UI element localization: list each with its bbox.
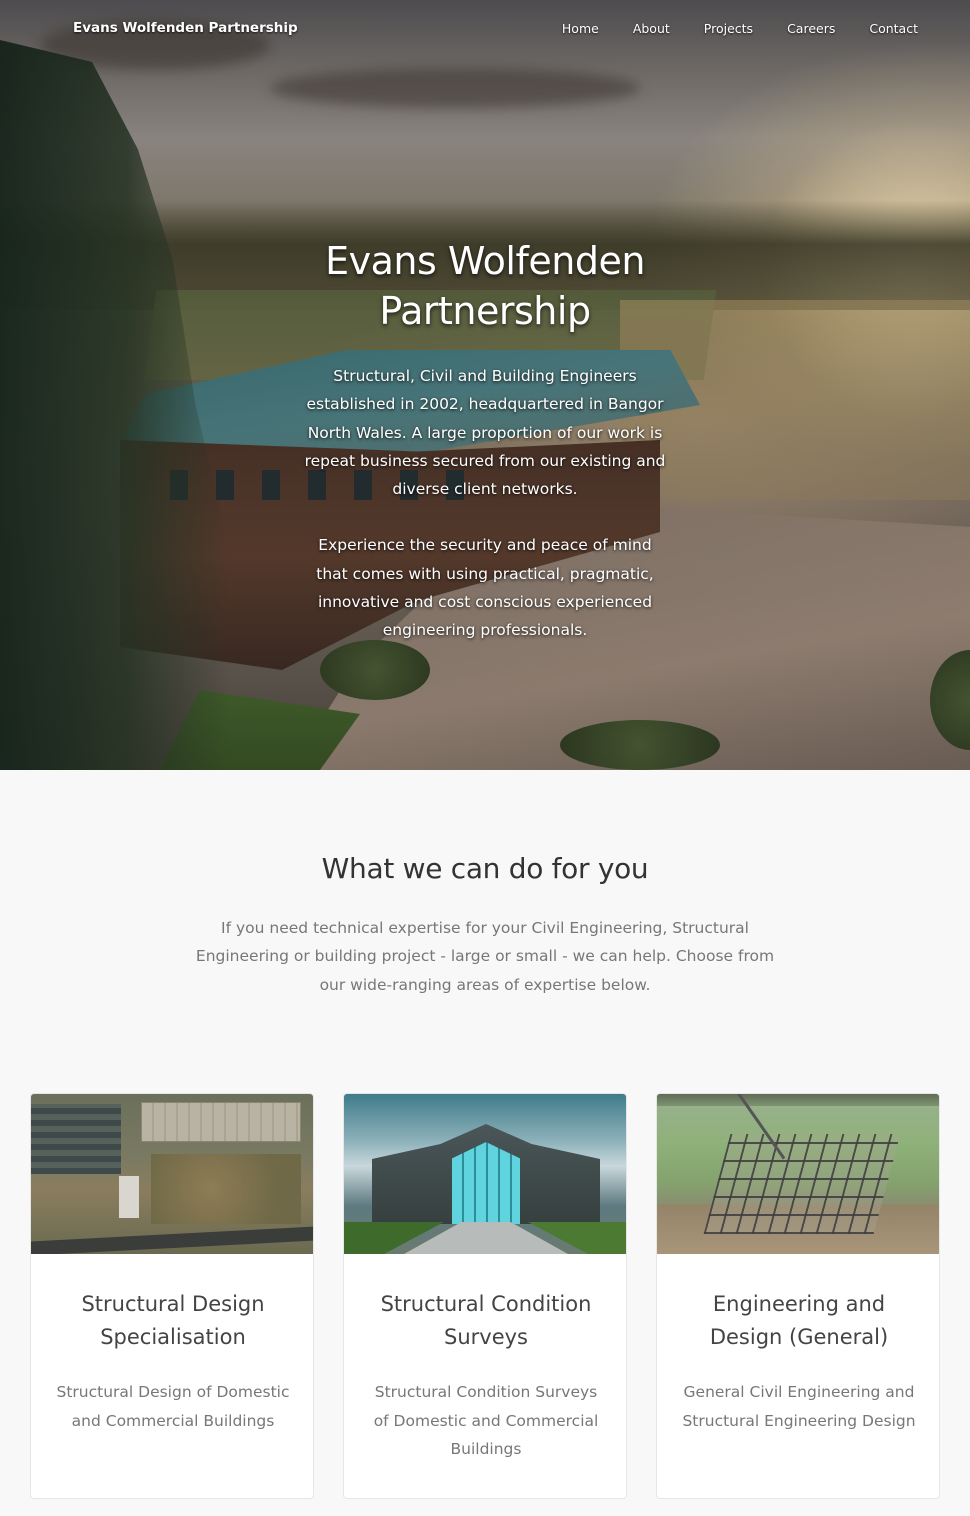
hero-content: Evans Wolfenden Partnership Structural, …	[285, 236, 685, 645]
card-description: General Civil Engineering and Structural…	[682, 1383, 916, 1430]
brand-link[interactable]: Evans Wolfenden Partnership	[73, 20, 298, 36]
card-title: Structural Design Specialisation	[81, 1292, 265, 1349]
card-image-building	[344, 1094, 626, 1254]
img-detail	[452, 1142, 520, 1224]
service-card-structural-design[interactable]: Structural Design Specialisation Structu…	[30, 1093, 314, 1499]
service-card-engineering-design[interactable]: Engineering and Design (General) General…	[656, 1093, 940, 1499]
nav-links: Home About Projects Careers Contact	[528, 21, 918, 36]
img-detail	[141, 1102, 301, 1142]
img-detail	[151, 1154, 301, 1224]
img-detail	[703, 1134, 901, 1234]
hero-paragraph-experience: Experience the security and peace of min…	[316, 536, 654, 640]
nav-link-about[interactable]: About	[633, 21, 670, 36]
nav-link-projects[interactable]: Projects	[704, 21, 753, 36]
nav-link-careers[interactable]: Careers	[787, 21, 835, 36]
card-image-aerial-site	[31, 1094, 313, 1254]
hero-section: Evans Wolfenden Partnership Home About P…	[0, 0, 970, 770]
hero-paragraph-intro: Structural, Civil and Building Engineers…	[304, 367, 666, 499]
nav-link-contact[interactable]: Contact	[869, 21, 918, 36]
img-detail	[31, 1104, 121, 1174]
card-description: Structural Design of Domestic and Commer…	[56, 1383, 290, 1430]
img-detail	[657, 1094, 939, 1106]
card-title: Engineering and Design (General)	[709, 1292, 889, 1349]
card-title: Structural Condition Surveys	[380, 1292, 592, 1349]
services-intro: If you need technical expertise for your…	[195, 919, 775, 994]
card-description: Structural Condition Surveys of Domestic…	[373, 1383, 599, 1458]
card-image-steel-frame	[657, 1094, 939, 1254]
img-detail	[31, 1226, 313, 1254]
nav-link-home[interactable]: Home	[562, 21, 599, 36]
services-title: What we can do for you	[321, 852, 649, 885]
hero-title: Evans Wolfenden Partnership	[325, 239, 645, 333]
service-card-condition-surveys[interactable]: Structural Condition Surveys Structural …	[343, 1093, 627, 1499]
img-detail	[119, 1176, 139, 1218]
services-section: What we can do for you If you need techn…	[0, 770, 970, 1516]
top-nav: Evans Wolfenden Partnership Home About P…	[0, 0, 970, 60]
